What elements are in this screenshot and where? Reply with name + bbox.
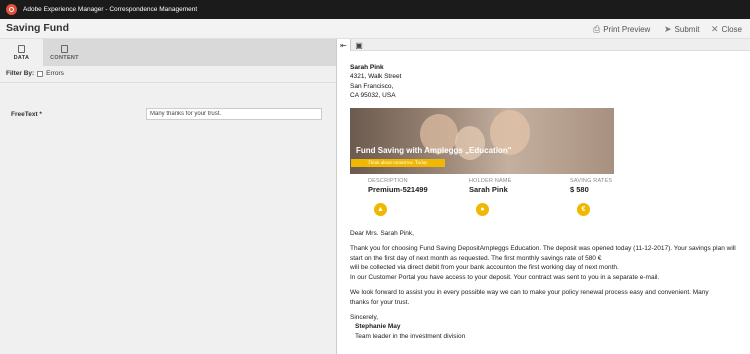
banner-title: Fund Saving with Ampleggs „Education": [356, 146, 512, 155]
signer-role: Team leader in the investment division: [355, 333, 466, 341]
letter-closing: Sincerely,: [350, 313, 379, 321]
address-zip: CA 95032, USA: [350, 91, 396, 99]
holder-value: Sarah Pink: [469, 185, 508, 194]
page-header: Saving Fund ⎙ Print Preview ➤ Submit ✕ C…: [0, 19, 750, 39]
send-icon: ➤: [664, 24, 672, 34]
saving-rates-value: $ 580: [570, 185, 589, 194]
description-label: DESCRIPTION: [368, 178, 408, 184]
data-icon: [18, 44, 25, 53]
letter-body: Dear Mrs. Sarah Pink, Thank you for choo…: [350, 229, 745, 342]
app-title: Adobe Experience Manager - Correspondenc…: [23, 6, 198, 13]
preview-panel: ⇤ ▣ Sarah Pink 4321, Walk Street San Fra…: [336, 39, 750, 354]
saving-rates-label: SAVING RATES: [570, 178, 613, 184]
para2-line: We look forward to assist you in every p…: [350, 288, 709, 296]
close-button[interactable]: ✕ Close: [711, 24, 742, 35]
person-icon: ●: [476, 203, 489, 216]
print-icon: ⎙: [593, 24, 601, 34]
para1-line: start on the first day of next month as …: [350, 254, 602, 262]
submit-button[interactable]: ➤ Submit: [664, 24, 699, 35]
close-label: Close: [721, 25, 742, 34]
para1-line: Thank you for choosing Fund Saving Depos…: [350, 244, 736, 252]
collapse-panel-icon[interactable]: ⇤: [337, 39, 351, 51]
letter-greeting: Dear Mrs. Sarah Pink,: [350, 230, 414, 237]
tab-data[interactable]: DATA: [0, 39, 43, 66]
errors-label: Errors: [46, 70, 64, 77]
letter-paragraph-1: Thank you for choosing Fund Saving Depos…: [350, 244, 745, 283]
submit-label: Submit: [674, 25, 700, 34]
adobe-logo-icon: [6, 4, 17, 15]
freetext-input[interactable]: [146, 108, 322, 120]
address-name: Sarah Pink: [350, 64, 384, 71]
description-value: Premium-521499: [368, 185, 428, 194]
letter-paragraph-2: We look forward to assist you in every p…: [350, 288, 745, 308]
euro-icon: €: [577, 203, 590, 216]
page-title: Saving Fund: [6, 22, 69, 34]
close-icon: ✕: [711, 24, 719, 34]
left-panel: DATA CONTENT Filter By: Errors FreeText …: [0, 39, 336, 354]
recipient-address: Sarah Pink 4321, Walk Street San Francis…: [350, 63, 401, 100]
print-preview-button[interactable]: ⎙ Print Preview: [593, 24, 650, 35]
filter-label: Filter By:: [6, 70, 35, 77]
holder-label: HOLDER NAME: [469, 178, 512, 184]
para2-line: thanks for your trust.: [350, 298, 410, 306]
promo-banner-image: Fund Saving with Ampleggs „Education" Th…: [350, 108, 614, 174]
print-preview-label: Print Preview: [603, 25, 651, 34]
document-icon: [61, 44, 68, 53]
signer-name: Stephanie May: [355, 323, 401, 331]
panel-tabs: DATA CONTENT: [0, 39, 336, 66]
holder-column: HOLDER NAME Sarah Pink: [469, 178, 559, 194]
tab-data-label: DATA: [13, 54, 30, 61]
tab-content-label: CONTENT: [50, 54, 79, 61]
save-icon[interactable]: ▣: [352, 39, 366, 51]
para1-line: will be collected via direct debit from …: [350, 264, 619, 272]
divider: [0, 82, 336, 83]
tab-content[interactable]: CONTENT: [43, 39, 86, 66]
preview-toolbar: ⇤ ▣: [337, 39, 750, 51]
errors-checkbox[interactable]: [37, 70, 44, 77]
graduation-cap-icon: ▲: [374, 203, 387, 216]
banner-subtitle: Think about tomorrow. Today.: [351, 159, 445, 167]
freetext-label: FreeText *: [11, 111, 42, 118]
app-topbar: Adobe Experience Manager - Correspondenc…: [0, 0, 750, 19]
filter-bar: Filter By: Errors: [6, 70, 64, 77]
description-column: DESCRIPTION Premium-521499: [368, 178, 458, 194]
saving-rates-column: SAVING RATES $ 580: [570, 178, 660, 194]
address-city: San Francisco,: [350, 82, 394, 90]
para1-line: In our Customer Portal you have access t…: [350, 274, 660, 282]
address-street: 4321, Walk Street: [350, 73, 402, 81]
